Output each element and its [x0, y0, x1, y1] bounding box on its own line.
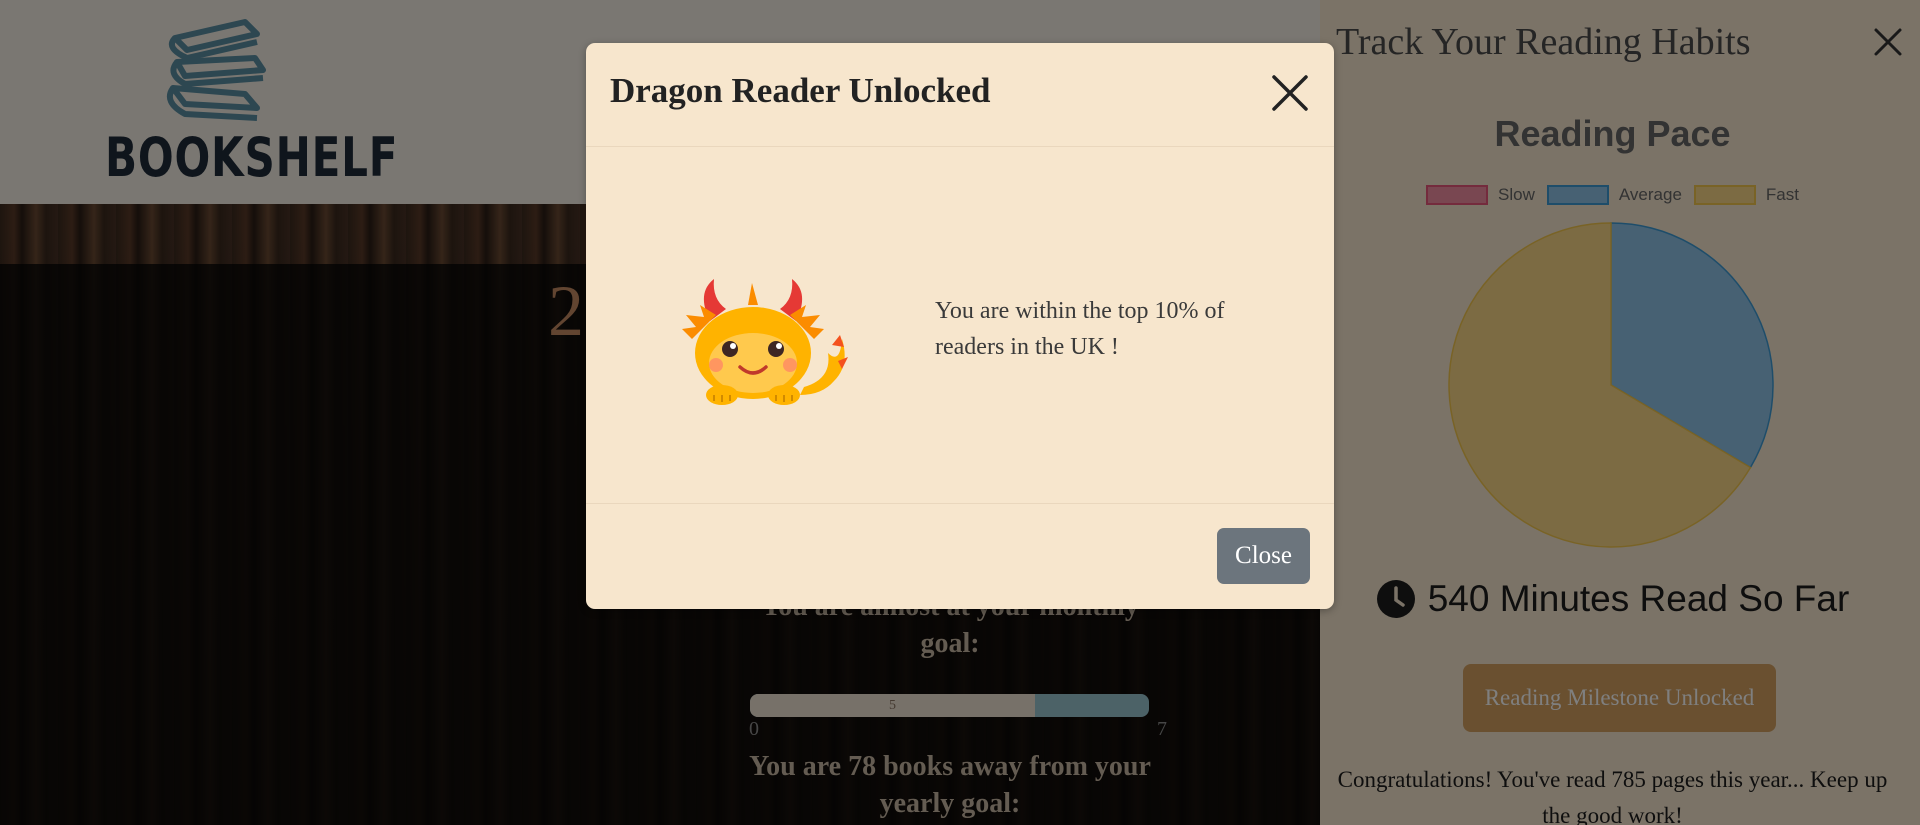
modal-body: You are within the top 10% of readers in… [586, 147, 1334, 504]
close-button[interactable]: Close [1217, 528, 1310, 584]
achievement-modal: Dragon Reader Unlocked You are within th… [586, 43, 1334, 609]
modal-message: You are within the top 10% of readers in… [935, 298, 1225, 360]
close-icon[interactable] [1270, 73, 1310, 113]
modal-title: Dragon Reader Unlocked [610, 71, 991, 110]
modal-header: Dragon Reader Unlocked [586, 43, 1334, 147]
dragon-icon [682, 279, 848, 405]
modal-footer: Close [586, 504, 1334, 608]
